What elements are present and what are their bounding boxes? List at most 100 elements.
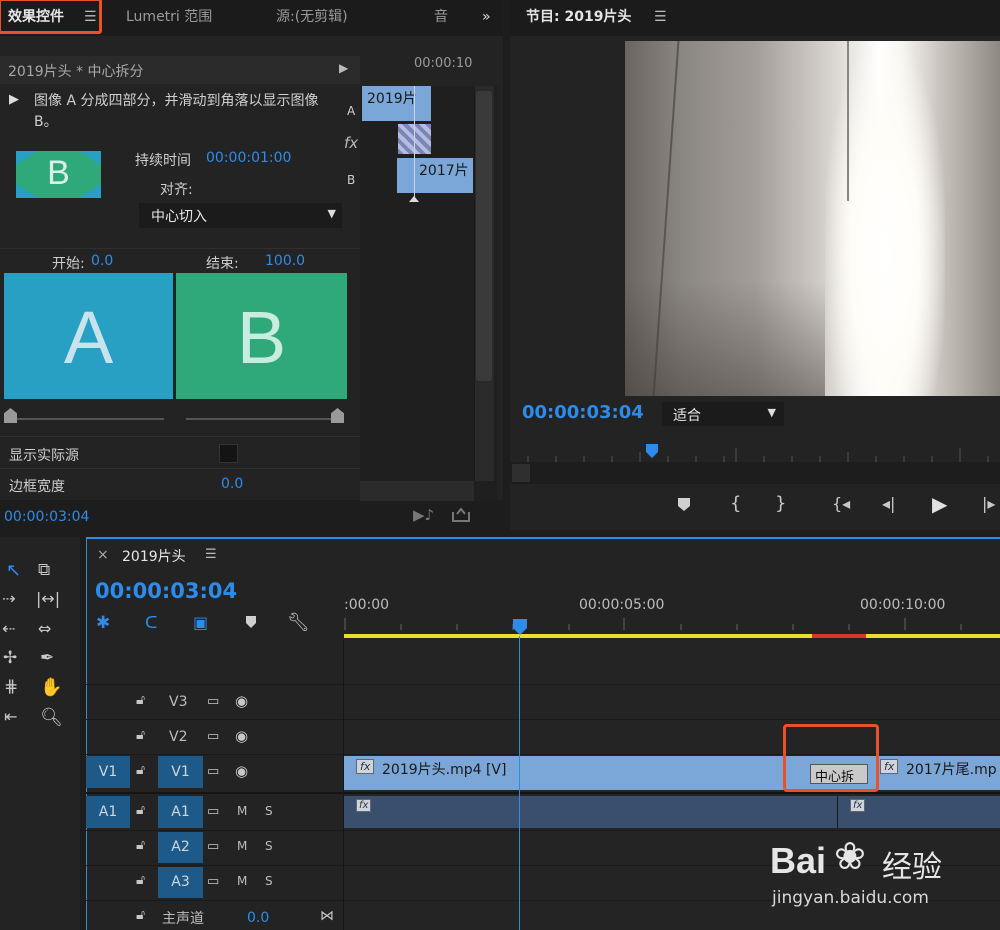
- track-select-backward-icon[interactable]: ⇤: [4, 707, 17, 726]
- program-scroll-track[interactable]: [510, 462, 1000, 484]
- master-track-value[interactable]: 0.0: [247, 910, 269, 926]
- solo-button[interactable]: S: [265, 804, 273, 818]
- start-value[interactable]: 0.0: [91, 253, 113, 269]
- lock-icon[interactable]: 🔓︎: [136, 692, 145, 708]
- lock-icon[interactable]: 🔓︎: [136, 872, 145, 888]
- bowtie-icon[interactable]: ⋈: [320, 908, 334, 924]
- track-select-tool-icon[interactable]: ⧉: [38, 560, 50, 580]
- export-icon[interactable]: [451, 506, 471, 522]
- add-marker-icon[interactable]: [244, 615, 258, 631]
- timeline-playhead-line[interactable]: [519, 636, 520, 930]
- program-ruler[interactable]: [510, 442, 1000, 462]
- add-marker-icon[interactable]: [676, 496, 692, 514]
- play-audio-icon[interactable]: ▶♪: [413, 506, 434, 524]
- timeline-menu-icon[interactable]: ☰: [205, 547, 217, 562]
- step-forward-icon[interactable]: |▸: [982, 494, 995, 513]
- border-width-value[interactable]: 0.0: [221, 476, 243, 492]
- mark-out-icon[interactable]: }: [775, 493, 786, 514]
- start-slider-handle[interactable]: [4, 408, 17, 423]
- timeline-close-icon[interactable]: ×: [97, 547, 109, 563]
- sync-lock-icon[interactable]: ▭: [207, 729, 219, 744]
- show-actual-source-checkbox[interactable]: [219, 444, 238, 463]
- clip-v1-2019[interactable]: fx 2019片头.mp4 [V]: [344, 756, 838, 790]
- lock-icon[interactable]: 🔓︎: [136, 727, 145, 743]
- clip-a1-audio[interactable]: fx fx: [344, 796, 1000, 828]
- mini-playhead-marker[interactable]: [409, 196, 419, 202]
- lock-icon[interactable]: 🔓︎: [136, 907, 145, 923]
- align-dropdown[interactable]: 中心切入 ▼: [139, 203, 342, 228]
- track-a3-target[interactable]: A3: [158, 867, 203, 898]
- start-slider-track[interactable]: [10, 418, 164, 420]
- selection-tool-icon[interactable]: ↖: [6, 560, 21, 581]
- sync-lock-icon[interactable]: ▭: [207, 874, 219, 889]
- snap-icon[interactable]: ✱: [96, 613, 110, 633]
- tab-audio[interactable]: 音: [434, 0, 448, 34]
- razor-tool-icon[interactable]: ⇔: [38, 619, 51, 638]
- fx-badge[interactable]: fx: [356, 799, 372, 812]
- transition-play-icon[interactable]: ▶: [9, 92, 19, 107]
- play-right-icon[interactable]: ▶: [339, 61, 348, 75]
- mini-playhead[interactable]: [414, 86, 415, 198]
- timeline-playhead-marker[interactable]: [512, 618, 528, 636]
- play-icon[interactable]: ▶: [932, 492, 947, 516]
- tab-source[interactable]: 源:(无剪辑): [276, 0, 348, 34]
- tab-effect-controls[interactable]: 效果控件: [8, 0, 64, 34]
- rate-stretch-tool-icon[interactable]: ⇠: [2, 619, 15, 638]
- program-monitor-title[interactable]: 节目: 2019片头: [526, 0, 631, 34]
- mini-scrollbar-thumb[interactable]: [476, 91, 492, 381]
- zoom-tool-icon[interactable]: 🔍︎: [40, 707, 63, 728]
- timeline-ruler[interactable]: :00:00 00:00:05:00 00:00:10:00: [344, 590, 1000, 640]
- lock-icon[interactable]: 🔓︎: [136, 802, 145, 818]
- track-a1-target[interactable]: A1: [158, 796, 203, 828]
- eye-icon[interactable]: ◉: [235, 692, 248, 710]
- footer-timecode[interactable]: 00:00:03:04: [4, 509, 89, 525]
- fx-badge[interactable]: fx: [356, 759, 375, 774]
- fx-badge[interactable]: fx: [880, 759, 899, 774]
- lock-icon[interactable]: 🔓︎: [136, 762, 145, 778]
- track-v1-target[interactable]: V1: [158, 756, 203, 788]
- mark-in-icon[interactable]: {: [730, 493, 741, 514]
- sync-lock-icon[interactable]: ▭: [207, 804, 219, 819]
- go-to-in-icon[interactable]: {◂: [832, 494, 850, 513]
- eye-icon[interactable]: ◉: [235, 762, 248, 780]
- sync-lock-icon[interactable]: ▭: [207, 839, 219, 854]
- mini-hscroll[interactable]: [360, 481, 474, 501]
- step-back-icon[interactable]: ◂|: [882, 494, 895, 513]
- pen-tool-icon[interactable]: ✒: [40, 648, 54, 668]
- mute-button[interactable]: M: [237, 874, 247, 888]
- ripple-edit-tool-icon[interactable]: ⇢: [2, 589, 15, 608]
- program-menu-icon[interactable]: ☰: [654, 0, 667, 34]
- tab-menu-icon[interactable]: ☰: [84, 0, 97, 34]
- timeline-timecode[interactable]: 00:00:03:04: [95, 579, 237, 603]
- solo-button[interactable]: S: [265, 874, 273, 888]
- end-value[interactable]: 100.0: [265, 253, 305, 269]
- program-timecode[interactable]: 00:00:03:04: [522, 402, 644, 423]
- linked-selection-icon[interactable]: ᑕ: [145, 613, 157, 633]
- mute-button[interactable]: M: [237, 839, 247, 853]
- fit-dropdown[interactable]: 适合 ▼: [662, 402, 784, 426]
- lock-icon[interactable]: 🔓︎: [136, 837, 145, 853]
- program-playhead[interactable]: [645, 443, 659, 459]
- solo-button[interactable]: S: [265, 839, 273, 853]
- slip-tool-icon[interactable]: ✢: [3, 648, 17, 668]
- mini-clip-a[interactable]: 2019片: [362, 86, 431, 121]
- program-scroll-thumb[interactable]: [512, 464, 530, 482]
- timeline-sequence-name[interactable]: 2019片头: [122, 546, 186, 566]
- slide-tool-icon[interactable]: ⋕: [4, 677, 18, 697]
- end-slider-handle[interactable]: [331, 408, 344, 423]
- rolling-edit-tool-icon[interactable]: |↔|: [36, 589, 60, 608]
- source-patch-a1[interactable]: A1: [86, 796, 130, 828]
- hand-tool-icon[interactable]: ✋: [40, 677, 62, 698]
- tab-lumetri-scopes[interactable]: Lumetri 范围: [126, 0, 212, 34]
- overflow-icon[interactable]: »: [482, 0, 491, 34]
- insert-nest-icon[interactable]: ▣: [193, 613, 208, 632]
- fx-badge[interactable]: fx: [850, 799, 866, 812]
- track-a2-target[interactable]: A2: [158, 832, 203, 863]
- eye-icon[interactable]: ◉: [235, 727, 248, 745]
- source-patch-v1[interactable]: V1: [86, 756, 130, 788]
- duration-value[interactable]: 00:00:01:00: [206, 150, 291, 166]
- end-slider-track[interactable]: [186, 418, 339, 420]
- sync-lock-icon[interactable]: ▭: [207, 764, 219, 779]
- sync-lock-icon[interactable]: ▭: [207, 694, 219, 709]
- wrench-icon[interactable]: 🔧︎: [287, 612, 310, 633]
